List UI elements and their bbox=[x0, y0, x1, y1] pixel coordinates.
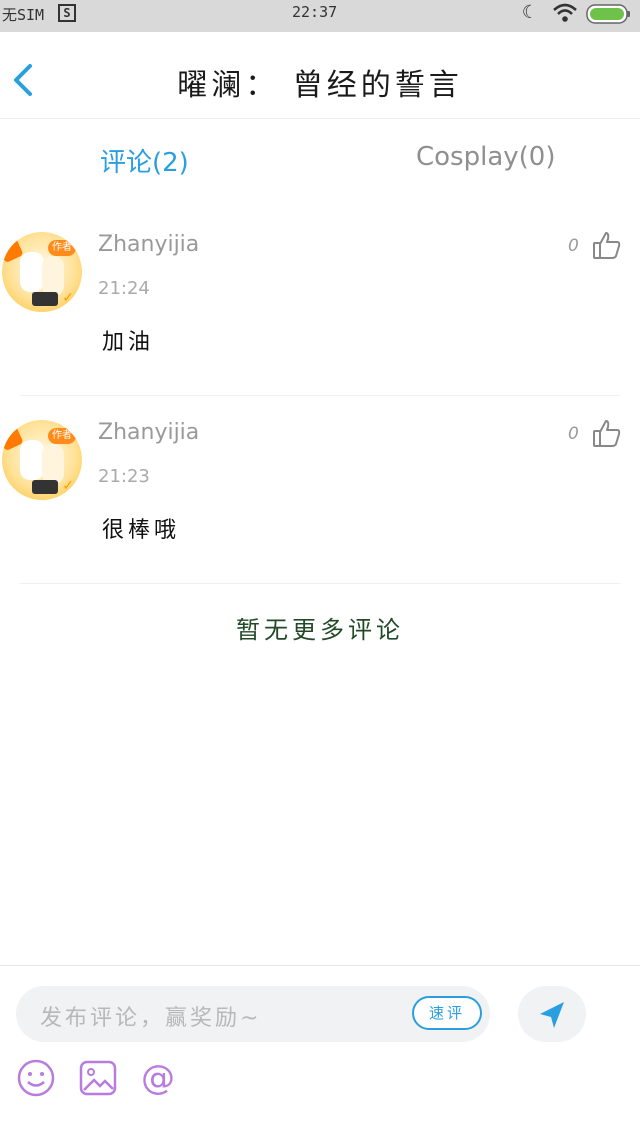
divider bbox=[20, 395, 620, 396]
page-title: 曜澜： 曾经的誓言 bbox=[177, 68, 463, 103]
moon-icon: ☾ bbox=[522, 2, 533, 23]
author-badge: 作者 bbox=[48, 428, 76, 444]
divider bbox=[20, 583, 620, 584]
comment-username[interactable]: Zhanyijia bbox=[98, 232, 199, 257]
thumbs-up-icon[interactable] bbox=[592, 230, 622, 260]
emoji-icon[interactable] bbox=[16, 1058, 56, 1098]
image-icon[interactable] bbox=[78, 1058, 118, 1098]
tab-bar: 评论(2) Cosplay(0) bbox=[0, 118, 640, 206]
comment-time: 21:23 bbox=[98, 466, 150, 487]
send-icon bbox=[540, 1002, 564, 1028]
like-count: 0 bbox=[568, 424, 579, 444]
app-notification-icon: S bbox=[58, 4, 76, 22]
comment-input-placeholder: 发布评论，赢奖励~ bbox=[40, 1006, 262, 1031]
avatar[interactable]: 作者 ✓ bbox=[2, 420, 82, 500]
verified-icon: ✓ bbox=[62, 478, 74, 494]
author-badge: 作者 bbox=[48, 240, 76, 256]
status-bar: 无SIM S 22:37 ☾ bbox=[0, 0, 640, 32]
battery-icon bbox=[586, 3, 632, 29]
comment-composer: 发布评论，赢奖励~ 速评 @ bbox=[0, 965, 640, 1124]
tab-comments[interactable]: 评论(2) bbox=[100, 142, 189, 179]
avatar[interactable]: 作者 ✓ bbox=[2, 232, 82, 312]
tab-cosplay[interactable]: Cosplay(0) bbox=[416, 142, 555, 172]
header: 曜澜： 曾经的誓言 bbox=[0, 32, 640, 119]
comment-item: 作者 ✓ Zhanyijia 21:24 加油 0 bbox=[0, 212, 640, 396]
comment-text: 很棒哦 bbox=[102, 518, 181, 543]
comment-text: 加油 bbox=[102, 330, 155, 355]
thumbs-up-icon[interactable] bbox=[592, 418, 622, 448]
wifi-icon bbox=[552, 2, 578, 28]
send-button[interactable] bbox=[518, 986, 586, 1042]
like-count: 0 bbox=[568, 236, 579, 256]
comment-input[interactable]: 发布评论，赢奖励~ 速评 bbox=[16, 986, 490, 1042]
svg-text:@: @ bbox=[141, 1058, 175, 1098]
comment-username[interactable]: Zhanyijia bbox=[98, 420, 199, 445]
clock: 22:37 bbox=[292, 3, 338, 21]
comment-item: 作者 ✓ Zhanyijia 21:23 很棒哦 0 bbox=[0, 400, 640, 584]
sim-status: 无SIM bbox=[2, 6, 45, 24]
verified-icon: ✓ bbox=[62, 290, 74, 306]
no-more-comments-note: 暂无更多评论 bbox=[236, 616, 404, 644]
quick-comment-button[interactable]: 速评 bbox=[412, 996, 482, 1030]
comment-time: 21:24 bbox=[98, 278, 150, 299]
mention-icon[interactable]: @ bbox=[138, 1058, 178, 1098]
